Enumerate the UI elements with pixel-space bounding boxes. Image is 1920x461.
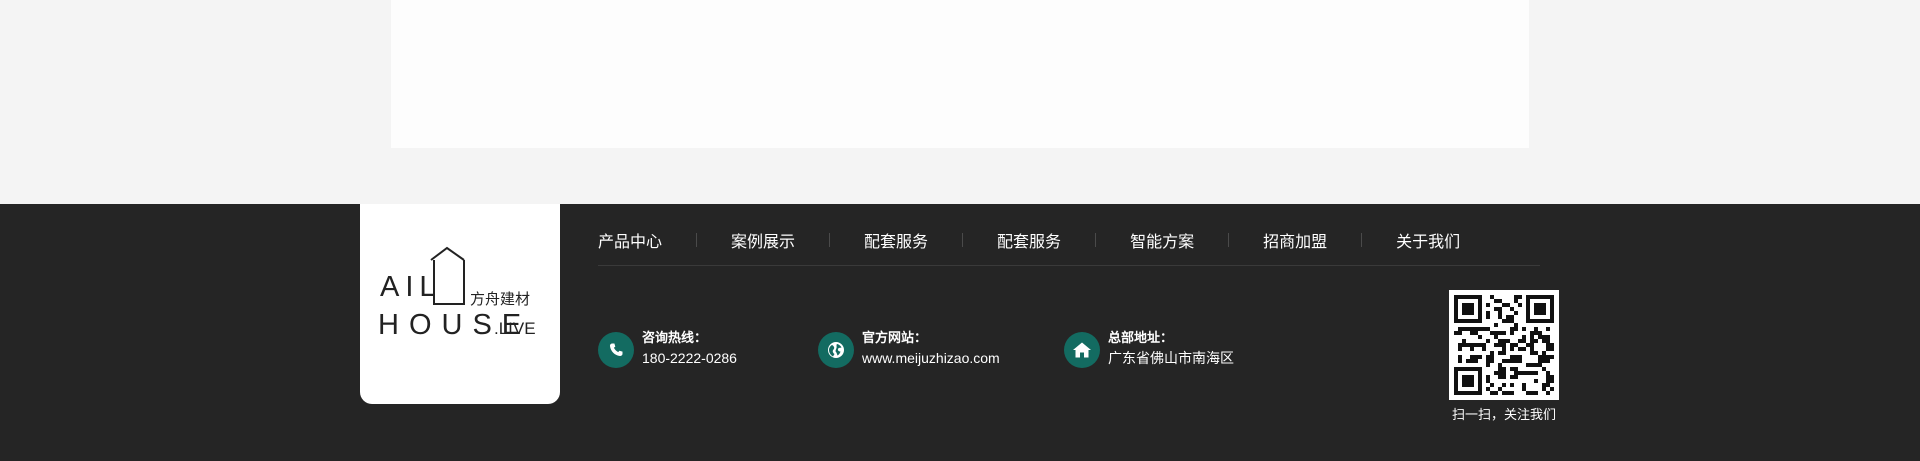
nav-item-smart-solutions[interactable]: 智能方案 bbox=[1130, 228, 1194, 252]
logo-text-cn: 方舟建材 bbox=[470, 291, 530, 308]
contact-phone: 咨询热线： 180-2222-0286 bbox=[598, 328, 737, 369]
site-footer: AIL 方舟建材 HOUSE .LIVE 产品中心 案例展示 配套服务 配套服务… bbox=[0, 204, 1920, 461]
nav-separator bbox=[962, 233, 964, 247]
nav-divider bbox=[598, 265, 1540, 266]
contact-address: 总部地址： 广东省佛山市南海区 bbox=[1064, 328, 1234, 369]
contact-website: 官方网站： www.meijuzhizao.com bbox=[818, 328, 1000, 369]
website-value[interactable]: www.meijuzhizao.com bbox=[862, 347, 1000, 369]
globe-icon bbox=[818, 332, 854, 368]
phone-value[interactable]: 180-2222-0286 bbox=[642, 347, 737, 369]
qr-caption: 扫一扫，关注我们 bbox=[1451, 407, 1556, 422]
nav-separator bbox=[829, 233, 831, 247]
home-icon bbox=[1064, 332, 1100, 368]
qr-code-graphic bbox=[1454, 295, 1554, 395]
footer-nav: 产品中心 案例展示 配套服务 配套服务 智能方案 招商加盟 关于我们 bbox=[598, 224, 1540, 256]
phone-label: 咨询热线： bbox=[642, 330, 708, 345]
nav-item-about[interactable]: 关于我们 bbox=[1396, 228, 1460, 252]
logo-graphic: AIL 方舟建材 HOUSE .LIVE bbox=[378, 246, 536, 341]
address-value: 广东省佛山市南海区 bbox=[1108, 350, 1234, 366]
nav-separator bbox=[1361, 233, 1363, 247]
nav-item-services-2[interactable]: 配套服务 bbox=[997, 228, 1061, 252]
nav-item-products[interactable]: 产品中心 bbox=[598, 228, 662, 252]
nav-item-cases[interactable]: 案例展示 bbox=[731, 228, 795, 252]
logo-text-live: .LIVE bbox=[494, 319, 536, 338]
nav-item-services[interactable]: 配套服务 bbox=[864, 228, 928, 252]
logo-text-ail: AIL bbox=[380, 271, 442, 303]
address-label: 总部地址： bbox=[1108, 330, 1174, 345]
nav-separator bbox=[696, 233, 698, 247]
nav-separator bbox=[1228, 233, 1230, 247]
nav-separator bbox=[1095, 233, 1097, 247]
phone-icon bbox=[598, 332, 634, 368]
nav-item-franchise[interactable]: 招商加盟 bbox=[1263, 228, 1327, 252]
house-roof-icon bbox=[430, 246, 465, 261]
footer-logo[interactable]: AIL 方舟建材 HOUSE .LIVE bbox=[360, 204, 560, 404]
qr-code bbox=[1449, 290, 1559, 400]
website-label: 官方网站： bbox=[862, 330, 928, 345]
content-card bbox=[391, 0, 1529, 148]
